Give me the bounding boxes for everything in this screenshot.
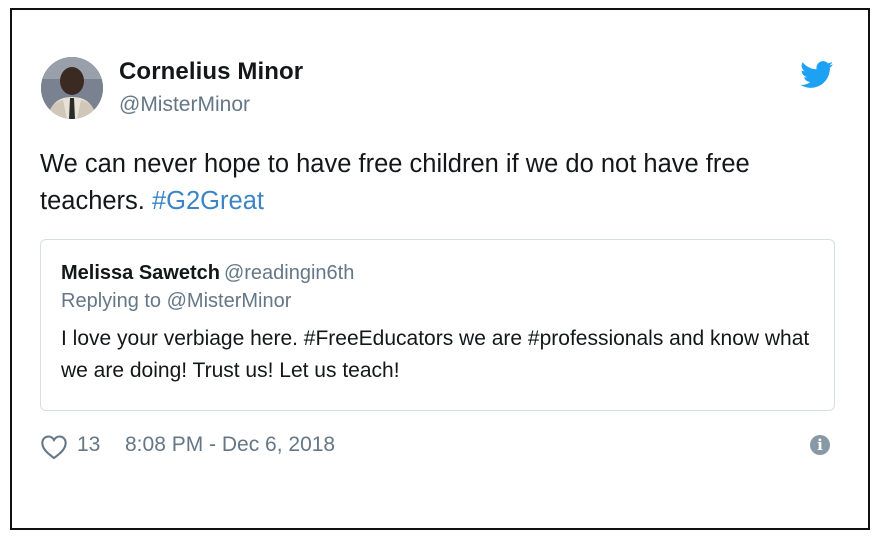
quoted-tweet[interactable]: Melissa Sawetch @readingin6th Replying to… bbox=[40, 239, 835, 411]
quoted-header: Melissa Sawetch @readingin6th bbox=[61, 262, 354, 285]
quoted-author-handle[interactable]: @readingin6th bbox=[224, 262, 354, 284]
tweet-text: We can never hope to have free children … bbox=[40, 146, 840, 220]
quoted-text: I love your verbiage here. #FreeEducator… bbox=[61, 327, 810, 382]
author-name[interactable]: Cornelius Minor bbox=[119, 58, 303, 86]
info-icon[interactable]: i bbox=[810, 435, 830, 455]
tweet-card: Cornelius Minor @MisterMinor We can neve… bbox=[10, 8, 870, 530]
hashtag-link[interactable]: #G2Great bbox=[152, 187, 264, 215]
replying-to: Replying to @MisterMinor bbox=[61, 290, 292, 312]
twitter-bird-icon[interactable] bbox=[800, 61, 834, 89]
quoted-author-name[interactable]: Melissa Sawetch bbox=[61, 262, 220, 284]
avatar[interactable] bbox=[41, 57, 103, 119]
tweet-timestamp[interactable]: 8:08 PM - Dec 6, 2018 bbox=[125, 433, 335, 457]
heart-icon[interactable] bbox=[40, 434, 68, 460]
tweet-body: We can never hope to have free children … bbox=[40, 150, 750, 215]
author-handle[interactable]: @MisterMinor bbox=[119, 93, 250, 117]
like-count[interactable]: 13 bbox=[77, 433, 100, 457]
